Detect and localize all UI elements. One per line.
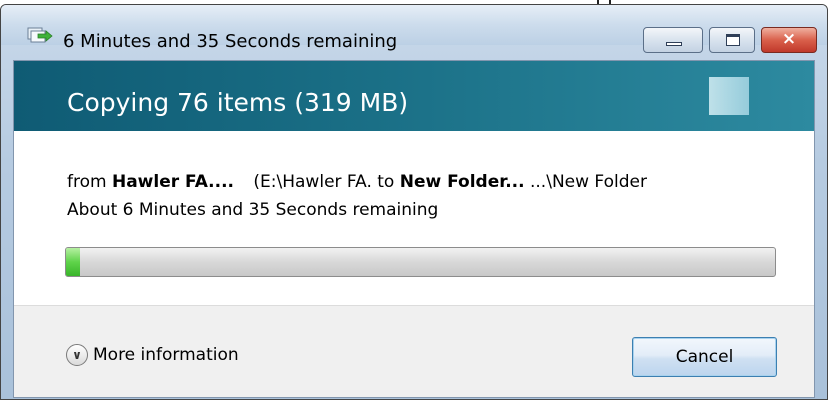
more-information-label[interactable]: More information <box>93 345 239 365</box>
close-icon: × <box>781 29 797 49</box>
maximize-icon <box>726 34 740 46</box>
minimize-button[interactable] <box>643 27 703 53</box>
header-banner: Copying 76 items (319 MB) <box>14 61 814 131</box>
destination-path: ...\New Folder <box>530 172 647 192</box>
cancel-button[interactable]: Cancel <box>632 337 777 377</box>
chevron-down-icon[interactable]: ∨ <box>66 344 88 366</box>
time-remaining: About 6 Minutes and 35 Seconds remaining <box>67 200 439 220</box>
copy-progress-icon <box>27 25 53 45</box>
dialog-footer: ∨ More information Cancel <box>14 305 814 397</box>
copy-source-destination: from Hawler FA.... (E:\Hawler FA. to New… <box>67 172 647 192</box>
more-information-toggle[interactable]: ∨ More information <box>66 340 239 370</box>
minimize-icon <box>666 42 682 46</box>
maximize-button[interactable] <box>709 27 755 53</box>
copy-dialog-window: 6 Minutes and 35 Seconds remaining × Cop… <box>0 4 828 400</box>
from-prefix: from <box>67 172 107 192</box>
window-title: 6 Minutes and 35 Seconds remaining <box>63 31 398 52</box>
dialog-content: Copying 76 items (319 MB) from Hawler FA… <box>13 60 815 398</box>
destination-name[interactable]: New Folder... <box>400 172 525 192</box>
source-name[interactable]: Hawler FA.... <box>112 172 234 192</box>
source-path: (E:\Hawler FA. to <box>253 172 395 192</box>
document-icon <box>709 77 749 115</box>
copy-progress-bar <box>65 247 776 277</box>
progress-fill <box>66 248 81 276</box>
close-button[interactable]: × <box>761 27 817 53</box>
copy-summary-title: Copying 76 items (319 MB) <box>67 88 409 117</box>
title-bar[interactable]: 6 Minutes and 35 Seconds remaining × <box>1 5 827 53</box>
